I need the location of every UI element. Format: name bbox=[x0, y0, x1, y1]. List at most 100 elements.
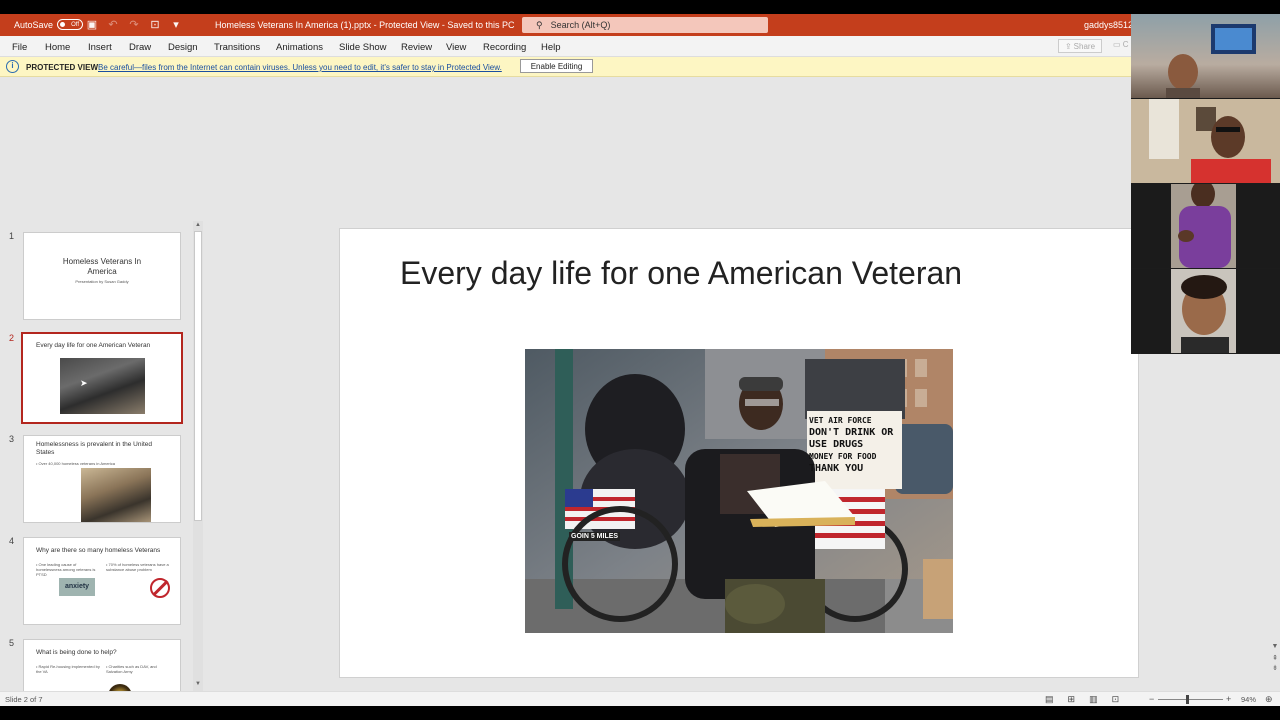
collapsed-ribbon-area bbox=[0, 77, 1131, 221]
title-bar: AutoSave Off ▣ ↶ ↷ ⊡ ▾ Homeless Veterans… bbox=[0, 14, 1133, 36]
photo-sign-text: VET AIR FORCE DON'T DRINK OR USE DRUGS M… bbox=[809, 415, 901, 475]
info-shield-icon: i bbox=[6, 60, 19, 73]
scrollbar-thumb[interactable] bbox=[194, 231, 202, 521]
zoom-slider-thumb[interactable] bbox=[1186, 695, 1189, 704]
document-title: Homeless Veterans In America (1).pptx - … bbox=[215, 20, 515, 30]
participant-4-illustration bbox=[1171, 269, 1236, 353]
editor-scrollbar[interactable]: ▼ ⇞ ⇟ bbox=[1268, 354, 1280, 690]
save-icon[interactable]: ▣ bbox=[86, 18, 98, 31]
thumb-number: 1 bbox=[9, 231, 15, 241]
participant-2-illustration bbox=[1149, 99, 1271, 183]
thumbnail-slide-3[interactable]: Homelessness is prevalent in the United … bbox=[23, 435, 181, 523]
thumbnail-slide-4[interactable]: Why are there so many homeless Veterans … bbox=[23, 537, 181, 625]
video-call-gallery bbox=[1131, 14, 1280, 354]
customize-qat-icon[interactable]: ▾ bbox=[170, 18, 182, 31]
protected-view-message-link[interactable]: Be careful—files from the Internet can c… bbox=[98, 63, 502, 72]
slide-show-icon[interactable]: ⊡ bbox=[1112, 694, 1120, 705]
zoom-in-icon[interactable]: + bbox=[1226, 694, 1231, 704]
tab-recording[interactable]: Recording bbox=[483, 42, 526, 53]
participant-video-4[interactable] bbox=[1131, 269, 1280, 353]
tab-transitions[interactable]: Transitions bbox=[214, 42, 260, 53]
tab-animations[interactable]: Animations bbox=[276, 42, 323, 53]
redo-icon[interactable]: ↷ bbox=[128, 18, 140, 31]
photo-sign-line: THANK YOU bbox=[809, 463, 864, 474]
veteran-photo[interactable]: VET AIR FORCE DON'T DRINK OR USE DRUGS M… bbox=[525, 349, 953, 633]
thumbnail-scrollbar[interactable]: ▲ ▼ bbox=[193, 221, 203, 691]
thumb-number: 2 bbox=[9, 333, 15, 343]
screen-top-border bbox=[0, 0, 1280, 14]
powerpoint-window: AutoSave Off ▣ ↶ ↷ ⊡ ▾ Homeless Veterans… bbox=[0, 0, 1280, 720]
next-slide-icon[interactable]: ⇟ bbox=[1270, 664, 1280, 672]
mouse-cursor-icon: ➤ bbox=[80, 378, 88, 388]
participant-video-3[interactable] bbox=[1131, 184, 1280, 268]
undo-icon[interactable]: ↶ bbox=[107, 18, 119, 31]
slide-counter: Slide 2 of 7 bbox=[5, 695, 43, 704]
veteran-photo-illustration bbox=[525, 349, 953, 633]
scroll-down-icon[interactable]: ▼ bbox=[193, 681, 203, 687]
tab-view[interactable]: View bbox=[446, 42, 466, 53]
thumbnail-slide-5[interactable]: What is being done to help? • Rapid Re-h… bbox=[23, 639, 181, 691]
thumb-bullet: • Over 40,000 homeless veterans in Ameri… bbox=[36, 461, 115, 466]
tab-slide-show[interactable]: Slide Show bbox=[339, 42, 387, 53]
zoom-slider[interactable] bbox=[1158, 699, 1223, 700]
participant-video-1[interactable] bbox=[1131, 14, 1280, 98]
participant-3-illustration bbox=[1171, 184, 1236, 268]
participant-video-2[interactable] bbox=[1131, 99, 1280, 183]
slide-thumbnail-pane[interactable]: 1 Homeless Veterans In America Presentat… bbox=[0, 221, 205, 691]
share-label: Share bbox=[1073, 41, 1096, 51]
view-buttons: ▤ ⊞ ▥ ⊡ bbox=[1045, 694, 1119, 705]
tab-file[interactable]: File bbox=[12, 42, 27, 53]
participant-1-illustration bbox=[1166, 24, 1256, 98]
thumbnail-slide-2[interactable]: Every day life for one American Veteran … bbox=[21, 332, 183, 424]
screen-bottom-border bbox=[0, 706, 1280, 720]
thumb-subtitle: Presentation by Susan Gaddy bbox=[75, 279, 129, 284]
normal-view-icon[interactable]: ▤ bbox=[1045, 694, 1054, 705]
photo-sign-line: GOIN 5 MILES bbox=[569, 532, 621, 541]
thumb-bullet-right: • Charities such as DAV, and Salvation A… bbox=[106, 664, 157, 674]
zoom-out-icon[interactable]: − bbox=[1149, 694, 1154, 704]
quick-access-toolbar: ▣ ↶ ↷ ⊡ ▾ bbox=[86, 18, 182, 31]
thumb-number: 4 bbox=[9, 536, 15, 546]
scroll-up-icon[interactable]: ▲ bbox=[193, 222, 203, 228]
thumb-bullet-right: • 70% of homeless veterans have a substa… bbox=[106, 562, 169, 572]
autosave-control[interactable]: AutoSave Off bbox=[14, 19, 84, 30]
tab-home[interactable]: Home bbox=[45, 42, 70, 53]
tab-insert[interactable]: Insert bbox=[88, 42, 112, 53]
slide-sorter-icon[interactable]: ⊞ bbox=[1068, 694, 1076, 705]
tab-draw[interactable]: Draw bbox=[129, 42, 151, 53]
thumb-bullet-left: • One leading cause of homelessness amon… bbox=[36, 562, 96, 577]
thumb-title: Homeless Veterans In America bbox=[62, 257, 142, 276]
previous-slide-icon[interactable]: ⇞ bbox=[1270, 654, 1280, 662]
tab-design[interactable]: Design bbox=[168, 42, 198, 53]
photo-sign-line: DON'T DRINK OR bbox=[809, 427, 894, 438]
reading-view-icon[interactable]: ▥ bbox=[1089, 694, 1098, 705]
tab-help[interactable]: Help bbox=[541, 42, 561, 53]
zoom-level[interactable]: 94% bbox=[1241, 695, 1256, 704]
scroll-down-icon[interactable]: ▼ bbox=[1270, 643, 1280, 650]
va-seal-icon bbox=[108, 684, 132, 691]
comments-icon[interactable]: ▭ C bbox=[1113, 40, 1129, 49]
thumb-title: Why are there so many homeless Veterans bbox=[36, 547, 161, 554]
photo-sign-line: MONEY FOR FOOD bbox=[809, 452, 877, 461]
status-bar: Slide 2 of 7 ▤ ⊞ ▥ ⊡ − + 94% ⊕ bbox=[0, 691, 1280, 706]
protected-view-bar: i PROTECTED VIEW Be careful—files from t… bbox=[0, 57, 1131, 77]
thumb-number: 5 bbox=[9, 638, 15, 648]
slide-title[interactable]: Every day life for one American Veteran bbox=[400, 255, 962, 292]
search-box[interactable]: ⚲ Search (Alt+Q) bbox=[522, 17, 768, 33]
thumbnail-slide-1[interactable]: Homeless Veterans In America Presentatio… bbox=[23, 232, 181, 320]
share-icon: ⇪ bbox=[1064, 41, 1072, 51]
search-icon: ⚲ bbox=[536, 19, 543, 30]
enable-editing-button[interactable]: Enable Editing bbox=[520, 59, 593, 73]
thumb-title: What is being done to help? bbox=[36, 649, 117, 656]
autosave-toggle[interactable]: Off bbox=[57, 19, 84, 30]
photo-sign-line: VET AIR FORCE bbox=[809, 416, 872, 425]
share-button[interactable]: ⇪ Share bbox=[1058, 39, 1102, 53]
thumb-title: Every day life for one American Veteran bbox=[36, 342, 151, 349]
photo-sign-line: USE DRUGS bbox=[809, 439, 864, 450]
thumb-photo bbox=[60, 358, 145, 414]
account-name[interactable]: gaddys8512 bbox=[1084, 20, 1133, 30]
present-icon[interactable]: ⊡ bbox=[149, 18, 161, 31]
fit-slide-icon[interactable]: ⊕ bbox=[1265, 694, 1273, 705]
thumb-word-art: anxiety bbox=[59, 578, 95, 596]
tab-review[interactable]: Review bbox=[401, 42, 432, 53]
